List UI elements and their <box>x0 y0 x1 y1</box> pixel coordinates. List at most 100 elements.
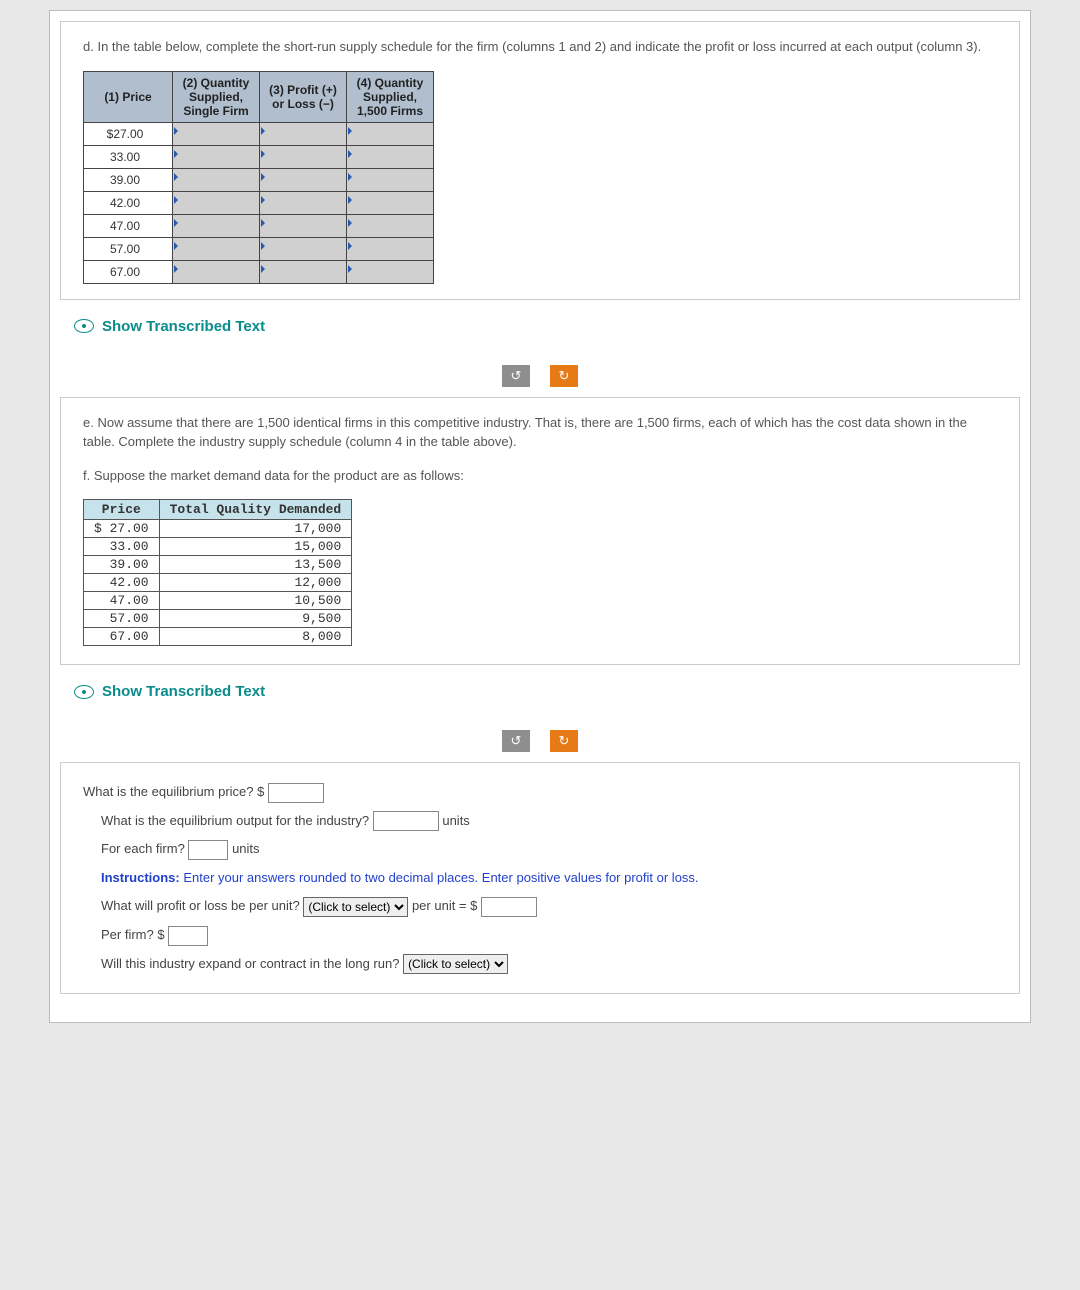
table-row: 67.00 <box>84 260 434 283</box>
part-ef-block: e. Now assume that there are 1,500 ident… <box>60 397 1020 666</box>
demand-price-cell: 42.00 <box>84 574 160 592</box>
supply-input-cell[interactable] <box>173 260 260 283</box>
table-row: 42.00 <box>84 191 434 214</box>
demand-price-cell: 67.00 <box>84 628 160 646</box>
supply-input-cell[interactable] <box>347 168 434 191</box>
demand-price-cell: 57.00 <box>84 610 160 628</box>
eq-price-row: What is the equilibrium price? $ <box>83 778 997 807</box>
price-cell: 42.00 <box>84 191 173 214</box>
transcribe-label: Show Transcribed Text <box>102 318 265 335</box>
demand-qty-cell: 9,500 <box>159 610 352 628</box>
price-cell: $27.00 <box>84 122 173 145</box>
per-firm-input[interactable] <box>168 926 208 946</box>
table-row: 33.00 <box>84 145 434 168</box>
rotate-buttons: ↺ ↻ <box>60 365 1020 387</box>
instructions-row: Instructions: Enter your answers rounded… <box>101 864 997 893</box>
profit-unit-select[interactable]: (Click to select) <box>303 897 408 917</box>
instructions-label: Instructions: <box>101 870 180 885</box>
per-firm-row: Per firm? $ <box>101 921 997 950</box>
supply-header-profit: (3) Profit (+) or Loss (−) <box>260 71 347 122</box>
supply-input-cell[interactable] <box>260 237 347 260</box>
supply-input-cell[interactable] <box>173 145 260 168</box>
eq-price-label: What is the equilibrium price? $ <box>83 784 264 799</box>
each-firm-input[interactable] <box>188 840 228 860</box>
demand-price-cell: $ 27.00 <box>84 520 160 538</box>
expand-select[interactable]: (Click to select) <box>403 954 508 974</box>
supply-input-cell[interactable] <box>260 122 347 145</box>
supply-input-cell[interactable] <box>260 214 347 237</box>
part-d-prompt: d. In the table below, complete the shor… <box>83 37 997 57</box>
supply-input-cell[interactable] <box>173 191 260 214</box>
supply-input-cell[interactable] <box>173 237 260 260</box>
demand-qty-cell: 8,000 <box>159 628 352 646</box>
demand-header-price: Price <box>84 500 160 520</box>
price-cell: 39.00 <box>84 168 173 191</box>
instructions-text: Enter your answers rounded to two decima… <box>180 870 699 885</box>
part-e-prompt: e. Now assume that there are 1,500 ident… <box>83 413 997 452</box>
demand-qty-cell: 10,500 <box>159 592 352 610</box>
table-row: 67.008,000 <box>84 628 352 646</box>
supply-input-cell[interactable] <box>173 168 260 191</box>
each-firm-label: For each firm? <box>101 841 185 856</box>
eq-price-input[interactable] <box>268 783 324 803</box>
demand-table-wrap: Price Total Quality Demanded $ 27.0017,0… <box>83 499 352 646</box>
expand-row: Will this industry expand or contract in… <box>101 950 997 979</box>
supply-header-qty-single: (2) Quantity Supplied, Single Firm <box>173 71 260 122</box>
supply-input-cell[interactable] <box>260 260 347 283</box>
show-transcribed-link[interactable]: Show Transcribed Text <box>74 318 1020 335</box>
rotate-right-button[interactable]: ↻ <box>550 730 578 752</box>
eye-icon <box>74 319 94 333</box>
supply-header-qty-1500: (4) Quantity Supplied, 1,500 Firms <box>347 71 434 122</box>
show-transcribed-link[interactable]: Show Transcribed Text <box>74 683 1020 700</box>
supply-input-cell[interactable] <box>260 168 347 191</box>
profit-unit-row: What will profit or loss be per unit? (C… <box>101 892 997 921</box>
expand-label: Will this industry expand or contract in… <box>101 956 399 971</box>
price-cell: 47.00 <box>84 214 173 237</box>
supply-input-cell[interactable] <box>347 237 434 260</box>
units-label: units <box>232 841 259 856</box>
table-row: 33.0015,000 <box>84 538 352 556</box>
demand-price-cell: 33.00 <box>84 538 160 556</box>
price-cell: 57.00 <box>84 237 173 260</box>
table-row: $27.00 <box>84 122 434 145</box>
supply-input-cell[interactable] <box>173 214 260 237</box>
profit-unit-label: What will profit or loss be per unit? <box>101 898 300 913</box>
supply-header-price: (1) Price <box>84 71 173 122</box>
supply-input-cell[interactable] <box>347 260 434 283</box>
part-d-block: d. In the table below, complete the shor… <box>60 21 1020 300</box>
demand-qty-cell: 12,000 <box>159 574 352 592</box>
profit-unit-input[interactable] <box>481 897 537 917</box>
supply-input-cell[interactable] <box>260 191 347 214</box>
answers-block: What is the equilibrium price? $ What is… <box>60 762 1020 994</box>
table-row: 47.00 <box>84 214 434 237</box>
rotate-left-button[interactable]: ↺ <box>502 365 530 387</box>
table-row: $ 27.0017,000 <box>84 520 352 538</box>
each-firm-row: For each firm? units <box>101 835 997 864</box>
supply-input-cell[interactable] <box>173 122 260 145</box>
supply-table: (1) Price (2) Quantity Supplied, Single … <box>83 71 434 284</box>
demand-qty-cell: 15,000 <box>159 538 352 556</box>
part-f-prompt: f. Suppose the market demand data for th… <box>83 466 997 486</box>
price-cell: 33.00 <box>84 145 173 168</box>
units-label: units <box>442 813 469 828</box>
price-cell: 67.00 <box>84 260 173 283</box>
demand-table: Price Total Quality Demanded $ 27.0017,0… <box>83 499 352 646</box>
eq-output-label: What is the equilibrium output for the i… <box>101 813 369 828</box>
rotate-right-button[interactable]: ↻ <box>550 365 578 387</box>
transcribe-label: Show Transcribed Text <box>102 683 265 700</box>
supply-input-cell[interactable] <box>347 145 434 168</box>
demand-header-qty: Total Quality Demanded <box>159 500 352 520</box>
supply-input-cell[interactable] <box>347 122 434 145</box>
rotate-left-button[interactable]: ↺ <box>502 730 530 752</box>
table-row: 39.00 <box>84 168 434 191</box>
supply-input-cell[interactable] <box>260 145 347 168</box>
demand-price-cell: 39.00 <box>84 556 160 574</box>
supply-input-cell[interactable] <box>347 191 434 214</box>
supply-input-cell[interactable] <box>347 214 434 237</box>
rotate-buttons-2: ↺ ↻ <box>60 730 1020 752</box>
eq-output-input[interactable] <box>373 811 439 831</box>
table-row: 57.009,500 <box>84 610 352 628</box>
table-row: 57.00 <box>84 237 434 260</box>
demand-price-cell: 47.00 <box>84 592 160 610</box>
table-row: 39.0013,500 <box>84 556 352 574</box>
